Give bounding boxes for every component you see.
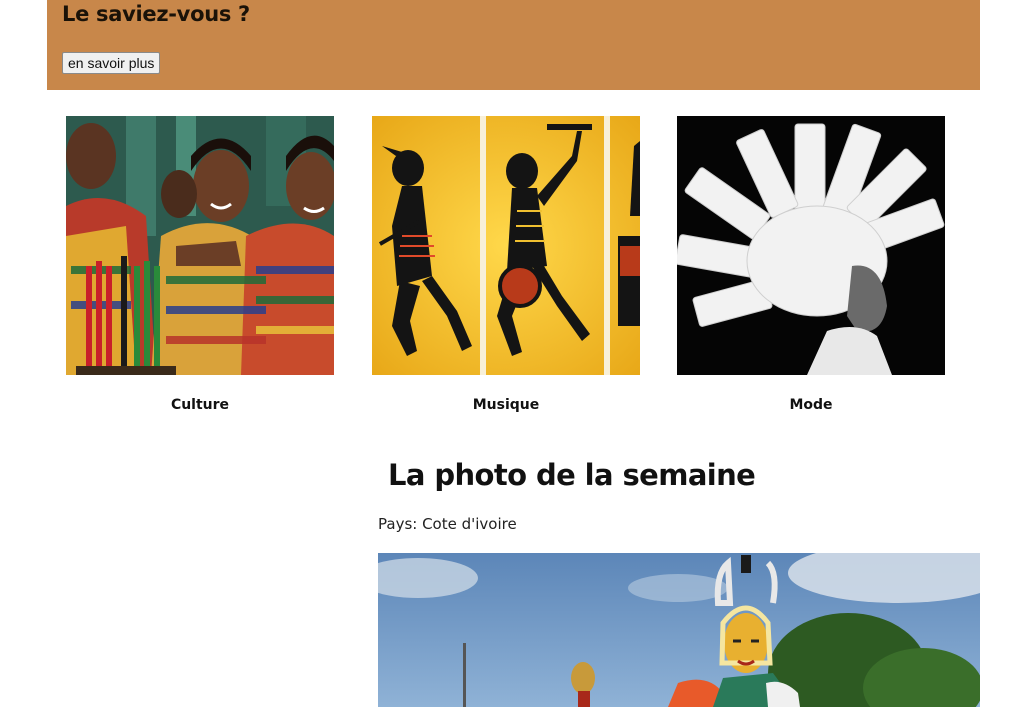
category-card-culture[interactable]: Culture bbox=[66, 116, 334, 413]
category-card-mode[interactable]: Mode bbox=[677, 116, 945, 413]
banner-title: Le saviez-vous ? bbox=[62, 2, 250, 26]
did-you-know-banner: Le saviez-vous ? en savoir plus bbox=[47, 0, 980, 90]
musique-image[interactable] bbox=[372, 116, 640, 375]
mode-image[interactable] bbox=[677, 116, 945, 375]
country-label: Pays: Cote d'ivoire bbox=[378, 515, 517, 533]
category-card-musique[interactable]: Musique bbox=[372, 116, 640, 413]
culture-image[interactable] bbox=[66, 116, 334, 375]
category-label-mode[interactable]: Mode bbox=[677, 397, 945, 413]
category-label-musique[interactable]: Musique bbox=[372, 397, 640, 413]
photo-of-week-image bbox=[378, 553, 980, 707]
photo-of-week-title: La photo de la semaine bbox=[388, 458, 756, 492]
category-label-culture[interactable]: Culture bbox=[66, 397, 334, 413]
learn-more-button[interactable]: en savoir plus bbox=[62, 52, 161, 74]
